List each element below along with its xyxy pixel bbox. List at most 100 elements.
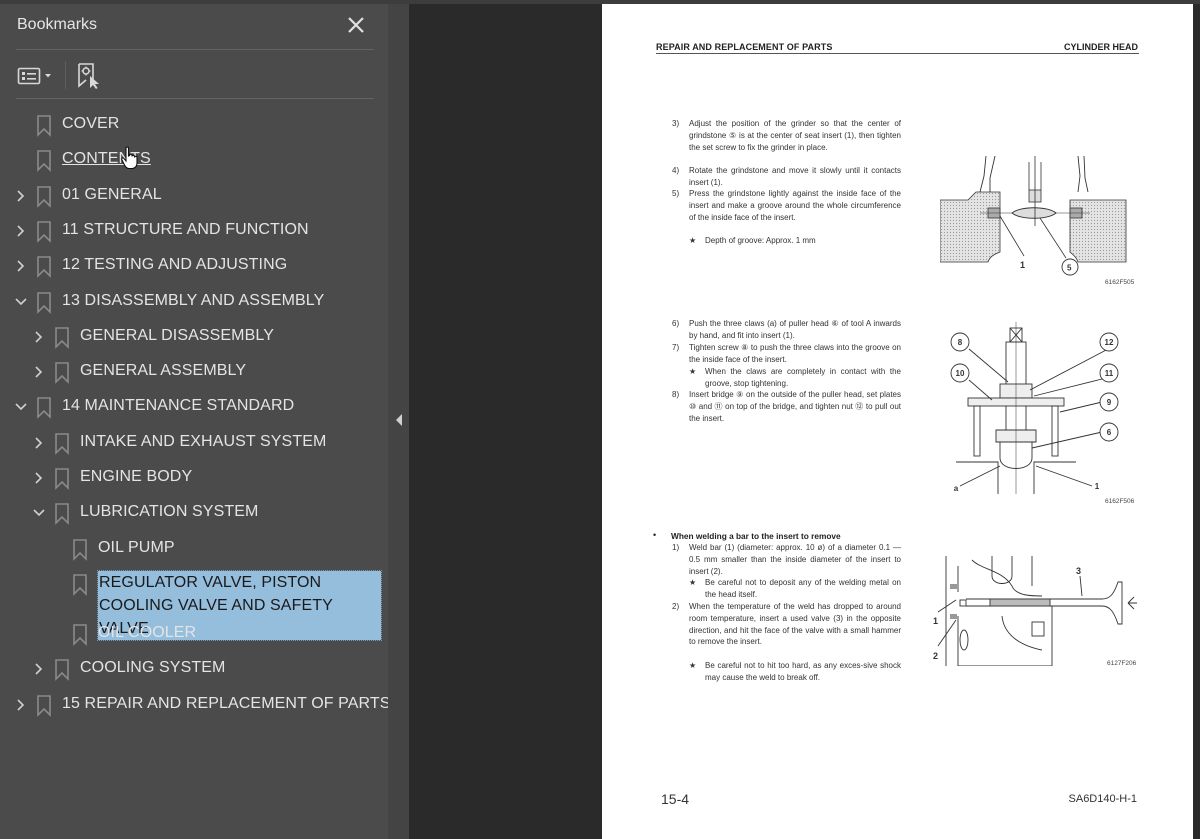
step-3: 3) Adjust the position of the grinder so… [672,119,901,152]
bookmark-item[interactable]: REGULATOR VALVE, PISTON COOLING VALVE AN… [0,569,388,641]
bookmark-label: GENERAL DISASSEMBLY [80,326,274,344]
collapse-panel-arrow-icon[interactable] [395,413,403,427]
bookmark-item[interactable]: COOLING SYSTEM [0,654,388,684]
viewer-right-edge [1193,4,1200,839]
bookmark-item[interactable]: 12 TESTING AND ADJUSTING [0,251,388,281]
bookmark-icon [37,256,51,279]
bookmark-item[interactable]: GENERAL ASSEMBLY [0,357,388,387]
note-hit-hard: ★ Be careful not to hit too hard, as any… [689,661,901,682]
bookmark-item[interactable]: OIL PUMP [0,534,388,564]
bookmark-icon [73,574,87,596]
bookmark-item[interactable]: 01 GENERAL [0,181,388,211]
chevron-right-icon[interactable] [14,259,28,273]
chevron-right-icon[interactable] [14,224,28,238]
document-page: REPAIR AND REPLACEMENT OF PARTS CYLINDER… [602,4,1193,839]
figure-code-2: 6162F506 [1105,498,1135,505]
bookmark-item[interactable]: GENERAL DISASSEMBLY [0,322,388,352]
bookmark-icon [37,397,51,420]
bookmarks-header: Bookmarks [0,4,388,50]
bookmark-icon [73,624,87,646]
weld-step-2: 2) When the temperature of the weld has … [672,602,901,647]
hand-pointer-cursor-icon [121,146,138,170]
chevron-right-icon[interactable] [32,471,46,485]
bookmark-icon [55,659,69,682]
chevron-right-icon[interactable] [32,365,46,379]
bookmark-item[interactable]: ENGINE BODY [0,463,388,493]
fig3-label-1: 1 [933,616,938,626]
step-6: 6) Push the three claws (a) of puller he… [672,319,901,340]
document-viewer[interactable]: REPAIR AND REPLACEMENT OF PARTS CYLINDER… [409,4,1200,839]
bookmark-icon [55,468,69,490]
note-welding-metal: ★ Be careful not to deposit any of the w… [689,578,901,599]
bookmark-item[interactable]: 14 MAINTENANCE STANDARD [0,392,388,422]
bookmark-icon [73,538,87,561]
find-current-bookmark-icon [78,63,99,89]
hammer-spacer [1135,588,1136,589]
bookmark-label: GENERAL ASSEMBLY [80,362,247,380]
options-menu-button[interactable] [17,66,57,86]
fig1-label-1: 1 [1020,260,1025,270]
fig2-label-8: 8 [958,338,963,347]
fig2-label-6: 6 [1107,428,1112,437]
page-header-section: REPAIR AND REPLACEMENT OF PARTS [656,42,833,52]
bookmark-label: 01 GENERAL [62,185,162,203]
bookmark-label: COVER [62,115,120,132]
chevron-right-icon[interactable] [14,189,28,203]
figure-code-3: 6127F206 [1107,660,1137,667]
fig2-label-1: 1 [1095,482,1100,491]
fig2-label-10: 10 [956,369,965,378]
chevron-right-icon[interactable] [32,436,46,450]
bookmark-icon [37,115,51,137]
bookmark-item[interactable]: CONTENTS [0,145,388,175]
bookmarks-panel: Bookmarks COVER CONTENTS 01 GENERAL 11 S… [0,4,391,839]
bookmark-label: LUBRICATION SYSTEM [80,503,259,521]
chevron-down-icon[interactable] [14,295,28,309]
step-5: 5) Press the grindstone lightly against … [672,189,901,222]
bookmarks-toolbar [0,51,388,99]
bookmark-item[interactable]: 13 DISASSEMBLY AND ASSEMBLY [0,287,388,317]
header-divider [16,49,374,50]
toolbar-divider [16,98,374,99]
bookmark-icon [55,503,69,526]
fig1-label-5: 5 [1067,264,1072,273]
find-current-bookmark-button[interactable] [77,62,103,90]
bookmark-label: OIL COOLER [98,623,197,641]
document-code: SA6D140-H-1 [1068,793,1137,805]
chevron-down-icon[interactable] [14,400,28,414]
fig3-label-3: 3 [1076,566,1081,576]
bookmark-label: INTAKE AND EXHAUST SYSTEM [80,432,327,450]
chevron-right-icon[interactable] [32,662,46,676]
fig2-label-a: a [954,484,959,493]
bookmark-label: 12 TESTING AND ADJUSTING [62,256,288,274]
fig2-label-9: 9 [1107,398,1112,407]
bookmark-label: ENGINE BODY [80,468,193,485]
close-icon[interactable] [344,13,368,37]
bookmark-item[interactable]: INTAKE AND EXHAUST SYSTEM [0,428,388,458]
figure-puller: 8 12 10 11 9 6 a 1 [950,322,1119,494]
fig2-label-12: 12 [1105,338,1114,347]
bookmark-label: OIL PUMP [98,538,175,556]
bookmark-item[interactable]: 11 STRUCTURE AND FUNCTION [0,216,388,246]
bookmarks-title: Bookmarks [17,16,98,33]
bookmark-label: 14 MAINTENANCE STANDARD [62,397,295,415]
bookmark-item[interactable]: OIL COOLER [0,619,388,649]
figure-grinder: 1 5 [940,156,1127,276]
bookmark-icon [37,150,51,173]
step-8: 8) Insert bridge ⑨ on the outside of the… [672,390,901,423]
chevron-down-icon[interactable] [32,506,46,520]
bullet-icon: • [653,530,657,540]
bookmark-label: 15 REPAIR AND REPLACEMENT OF PARTS [62,694,391,712]
bookmark-icon [55,432,69,455]
note-groove-depth: ★ Depth of groove: Approx. 1 mm [689,236,816,245]
chevron-right-icon[interactable] [14,698,28,712]
chevron-right-icon[interactable] [32,330,46,344]
panel-splitter[interactable] [388,4,409,839]
bookmark-label: COOLING SYSTEM [80,659,226,677]
figure-code-1: 6162F505 [1105,279,1135,286]
bookmark-icon [37,185,51,208]
bookmark-item[interactable]: LUBRICATION SYSTEM [0,498,388,528]
weld-step-1: 1) Weld bar (1) (diameter: approx. 10 ø)… [672,543,901,576]
bookmark-item[interactable]: COVER [0,110,388,140]
list-options-icon [17,67,51,85]
bookmark-item[interactable]: 15 REPAIR AND REPLACEMENT OF PARTS [0,690,391,720]
